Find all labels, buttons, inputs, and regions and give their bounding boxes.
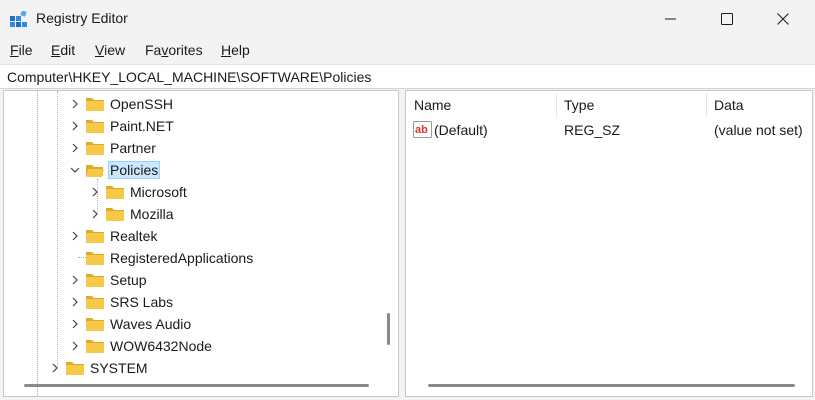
folder-icon — [66, 362, 84, 375]
chevron-right-icon[interactable] — [68, 339, 82, 353]
menu-file-accel: F — [10, 42, 19, 58]
tree-item-label: Policies — [108, 161, 161, 179]
folder-open-icon — [86, 165, 104, 177]
chevron-right-icon[interactable] — [68, 97, 82, 111]
tree-item[interactable]: Partner — [68, 137, 158, 159]
folder-icon — [86, 318, 104, 331]
folder-icon — [86, 142, 104, 155]
menu-help-label: elp — [231, 42, 250, 58]
menu-favorites[interactable]: Favorites — [145, 42, 203, 58]
chevron-right-icon[interactable] — [48, 361, 62, 375]
tree-item[interactable]: RegisteredApplications — [68, 247, 255, 269]
folder-icon — [86, 274, 104, 287]
folder-icon — [86, 230, 104, 243]
tree-item[interactable]: SRS Labs — [68, 291, 175, 313]
maximize-button[interactable] — [699, 0, 755, 38]
menu-help-accel: H — [221, 42, 232, 58]
folder-icon — [86, 252, 104, 265]
tree-item[interactable]: Paint.NET — [68, 115, 176, 137]
chevron-right-icon[interactable] — [88, 185, 102, 199]
value-data: (value not set) — [714, 122, 803, 138]
registry-editor-icon — [10, 11, 27, 27]
menu-favorites-label-b: orites — [168, 42, 203, 58]
menu-bar: File Edit View Favorites Help — [0, 38, 815, 62]
tree-item[interactable]: Microsoft — [88, 181, 189, 203]
folder-icon — [86, 120, 104, 133]
title-bar: Registry Editor — [0, 0, 815, 38]
chevron-right-icon[interactable] — [88, 207, 102, 221]
tree-item-label: RegisteredApplications — [110, 250, 254, 266]
list-horizontal-scrollbar[interactable] — [428, 384, 795, 387]
tree-item-label: Partner — [110, 140, 156, 156]
minimize-icon — [665, 18, 676, 20]
folder-icon — [86, 296, 104, 309]
menu-edit-label: dit — [60, 42, 76, 58]
address-path[interactable]: Computer\HKEY_LOCAL_MACHINE\SOFTWARE\Pol… — [7, 69, 371, 85]
chevron-right-icon[interactable] — [68, 141, 82, 155]
value-name: (Default) — [434, 122, 488, 138]
window-title: Registry Editor — [36, 10, 128, 26]
tree-item-label: SYSTEM — [90, 360, 148, 376]
column-header-type[interactable]: Type — [556, 91, 706, 119]
folder-icon — [86, 340, 104, 353]
close-icon — [777, 13, 789, 25]
chevron-right-icon[interactable] — [68, 273, 82, 287]
menu-file[interactable]: File — [10, 42, 33, 58]
chevron-down-icon[interactable] — [68, 163, 82, 177]
tree-item-label: Microsoft — [130, 184, 187, 200]
column-header-name[interactable]: Name — [406, 91, 556, 119]
column-header-data[interactable]: Data — [706, 91, 812, 119]
tree-item-label: OpenSSH — [110, 96, 174, 112]
column-header-data-label: Data — [714, 97, 744, 113]
maximize-icon — [721, 13, 733, 25]
menu-help[interactable]: Help — [221, 42, 250, 58]
menu-edit[interactable]: Edit — [51, 42, 75, 58]
key-tree[interactable]: OpenSSH Paint.NET Partner Policies Microsoft… — [3, 90, 399, 397]
tree-item-label: Setup — [110, 272, 147, 288]
menu-view-accel: V — [95, 42, 105, 58]
tree-item[interactable]: Waves Audio — [68, 313, 193, 335]
folder-icon — [106, 186, 124, 199]
value-row[interactable]: ab (Default) REG_SZ (value not set) — [408, 119, 810, 141]
tree-item-label: Realtek — [110, 228, 158, 244]
tree-horizontal-scrollbar[interactable] — [24, 384, 369, 387]
tree-item[interactable]: SYSTEM — [48, 357, 150, 379]
tree-vertical-scrollbar[interactable] — [387, 313, 390, 345]
address-bar[interactable]: Computer\HKEY_LOCAL_MACHINE\SOFTWARE\Pol… — [0, 64, 815, 89]
close-button[interactable] — [755, 0, 811, 38]
value-type: REG_SZ — [564, 122, 621, 138]
menu-edit-accel: E — [51, 42, 61, 58]
folder-icon — [86, 98, 104, 111]
tree-item-label: SRS Labs — [110, 294, 174, 310]
minimize-button[interactable] — [643, 0, 699, 38]
column-header-name-label: Name — [414, 97, 452, 113]
tree-item[interactable]: Mozilla — [88, 203, 176, 225]
string-value-icon: ab — [413, 121, 432, 138]
folder-icon — [106, 208, 124, 221]
tree-item[interactable]: Setup — [68, 269, 149, 291]
tree-item[interactable]: WOW6432Node — [68, 335, 214, 357]
chevron-right-icon[interactable] — [68, 317, 82, 331]
tree-item[interactable]: OpenSSH — [68, 93, 175, 115]
menu-view-label: iew — [104, 42, 126, 58]
column-header-type-label: Type — [564, 97, 595, 113]
tree-item-label: Paint.NET — [110, 118, 174, 134]
tree-item-label: Waves Audio — [110, 316, 192, 332]
chevron-right-icon[interactable] — [68, 119, 82, 133]
chevron-right-icon[interactable] — [68, 229, 82, 243]
menu-file-label: ile — [18, 42, 33, 58]
tree-item[interactable]: Policies — [68, 159, 161, 181]
tree-item[interactable]: Realtek — [68, 225, 159, 247]
svg-text:ab: ab — [415, 124, 428, 136]
tree-guide — [37, 91, 38, 396]
tree-item-label: WOW6432Node — [110, 338, 212, 354]
menu-view[interactable]: View — [95, 42, 125, 58]
tree-item-label: Mozilla — [130, 206, 174, 222]
chevron-right-icon[interactable] — [68, 295, 82, 309]
tree-guide — [57, 91, 58, 367]
value-list[interactable]: Name Type Data ab (Default) REG_SZ (valu… — [405, 90, 813, 397]
menu-favorites-label-a: Fa — [145, 42, 162, 58]
